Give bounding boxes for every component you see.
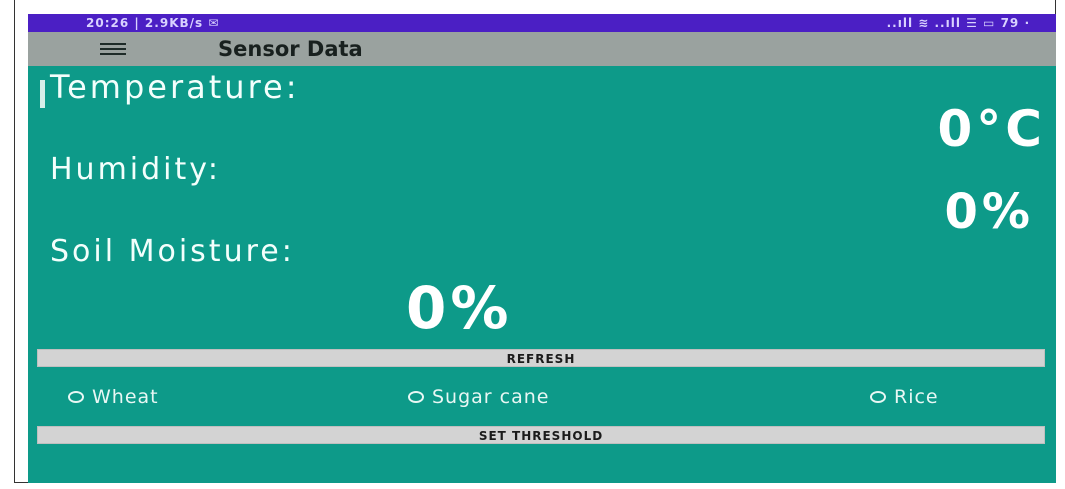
radio-circle-icon[interactable] (408, 391, 424, 403)
radio-circle-icon[interactable] (870, 391, 886, 403)
humidity-value: 0% (944, 184, 1034, 240)
status-time-speed: 20:26 | 2.9KB/s ✉ (86, 16, 220, 30)
app-toolbar: Sensor Data (28, 32, 1056, 66)
radio-sugar-cane[interactable]: Sugar cane (408, 386, 549, 408)
radio-label-rice: Rice (894, 386, 939, 408)
refresh-button[interactable]: REFRESH (37, 349, 1045, 367)
temperature-value: 0°C (937, 100, 1046, 158)
radio-rice[interactable]: Rice (870, 386, 939, 408)
radio-wheat[interactable]: Wheat (68, 386, 159, 408)
page-title: Sensor Data (218, 37, 363, 61)
radio-label-wheat: Wheat (92, 386, 159, 408)
radio-label-sugar-cane: Sugar cane (432, 386, 550, 408)
set-threshold-button[interactable]: SET THRESHOLD (37, 426, 1045, 444)
status-icons: ..ıll ≋ ..ıll ☰ ▭ 79 ∙ (886, 16, 1030, 30)
soil-moisture-label: Soil Moisture: (50, 234, 295, 269)
radio-circle-icon[interactable] (68, 391, 84, 403)
text-cursor (40, 80, 45, 108)
sensor-content: Temperature: 0°C Humidity: 0% Soil Moist… (28, 66, 1056, 483)
menu-icon[interactable] (100, 32, 148, 66)
temperature-label: Temperature: (50, 68, 300, 106)
status-bar: 20:26 | 2.9KB/s ✉ ..ıll ≋ ..ıll ☰ ▭ 79 ∙ (28, 14, 1056, 32)
soil-moisture-value: 0% (406, 274, 513, 342)
humidity-label: Humidity: (50, 152, 221, 187)
